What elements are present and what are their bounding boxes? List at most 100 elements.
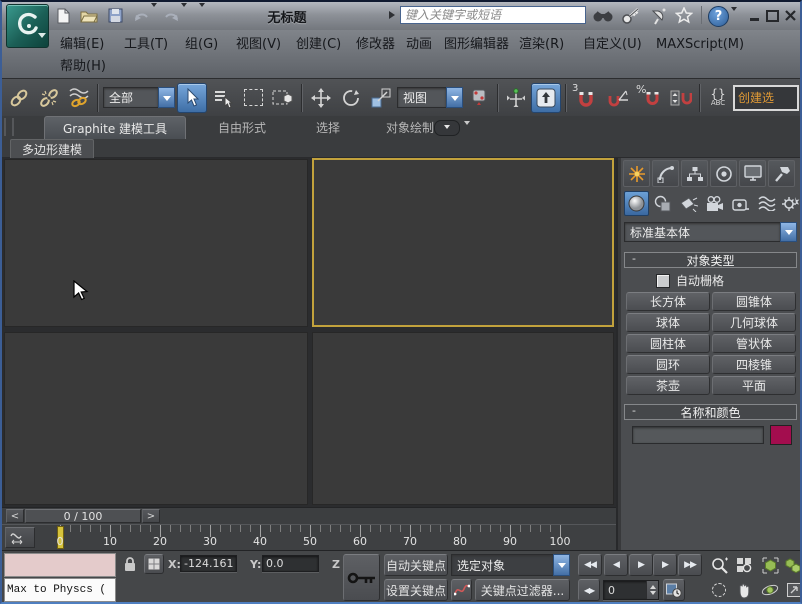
time-ruler[interactable]: 0 10 20 30 40 50 60 70 80 90 100	[2, 524, 616, 550]
pan-view-button[interactable]	[733, 579, 755, 601]
select-and-link-button[interactable]	[5, 84, 33, 112]
ribbon-subtab-polygon-modeling[interactable]: 多边形建模	[10, 139, 94, 158]
frame-spinner[interactable]	[646, 581, 658, 599]
angle-snap-toggle-button[interactable]	[603, 84, 633, 112]
tab-modify[interactable]	[652, 160, 679, 187]
bind-to-space-warp-button[interactable]	[65, 84, 93, 112]
viewport-top-right-active[interactable]	[312, 158, 614, 327]
object-color-swatch[interactable]	[770, 425, 792, 445]
redo-button[interactable]	[162, 7, 180, 24]
search-expand-arrow[interactable]	[389, 11, 399, 19]
menu-item-rendering[interactable]: 渲染(R)	[516, 36, 567, 54]
next-frame-button[interactable]: ▶	[653, 554, 677, 576]
time-configuration-button[interactable]	[663, 579, 685, 601]
menu-item-group[interactable]: 组(G)	[182, 36, 221, 54]
primitive-category-dropdown[interactable]: 标准基本体	[624, 222, 797, 242]
orbit-button[interactable]	[759, 579, 781, 601]
button-box[interactable]: 长方体	[626, 292, 710, 311]
communication-center-button[interactable]	[648, 6, 670, 25]
open-file-button[interactable]	[80, 7, 98, 24]
x-coordinate-field[interactable]: -124.161	[180, 555, 237, 572]
set-keys-button[interactable]	[343, 554, 380, 601]
spinner-snap-toggle-button[interactable]	[667, 84, 695, 112]
button-tube[interactable]: 管状体	[712, 334, 796, 353]
maximize-viewport-toggle[interactable]	[783, 579, 802, 601]
subtab-systems[interactable]	[778, 191, 802, 216]
previous-frame-arrow[interactable]: <	[6, 509, 24, 523]
menu-item-edit[interactable]: 编辑(E)	[57, 36, 107, 54]
rollout-object-type[interactable]: - 对象类型	[624, 252, 797, 268]
percent-snap-toggle-button[interactable]: %	[635, 84, 665, 112]
ribbon-minimize-button[interactable]	[434, 120, 460, 136]
subtab-space-warps[interactable]	[754, 191, 779, 216]
viewport-top-left[interactable]	[4, 159, 308, 327]
go-to-end-button[interactable]: ▶▶	[678, 554, 702, 576]
maximize-button[interactable]	[765, 8, 780, 23]
subtab-shapes[interactable]	[650, 191, 675, 216]
default-in-out-tangents-button[interactable]	[451, 579, 472, 601]
tab-create[interactable]	[623, 160, 650, 187]
auto-key-button[interactable]: 自动关键点	[384, 554, 448, 576]
set-key-button[interactable]: 设置关键点	[384, 579, 448, 601]
subtab-lights[interactable]	[676, 191, 701, 216]
absolute-mode-transform-toggle[interactable]	[144, 554, 164, 574]
key-filters-button[interactable]: 关键点过滤器...	[475, 579, 570, 601]
button-pyramid[interactable]: 四棱锥	[712, 355, 796, 374]
undo-dropdown-caret[interactable]	[151, 7, 157, 21]
subtab-cameras[interactable]	[702, 191, 727, 216]
selection-lock-toggle[interactable]	[122, 555, 138, 573]
menu-item-graph-editors[interactable]: 图形编辑器	[441, 36, 512, 54]
maxscript-mini-listener-line[interactable]: Max to Physcs (	[4, 578, 116, 602]
named-selection-set-field[interactable]: 创建选	[733, 85, 799, 111]
key-mode-toggle[interactable]: ◀▶	[578, 579, 600, 601]
field-of-view-button[interactable]	[708, 579, 730, 601]
new-file-button[interactable]	[54, 7, 72, 24]
undo-button[interactable]	[132, 7, 150, 24]
selection-filter-dropdown[interactable]: 全部	[103, 87, 175, 108]
object-name-input[interactable]	[632, 426, 764, 444]
current-frame-field[interactable]: 0	[603, 580, 659, 600]
ribbon-tab-freeform[interactable]: 自由形式	[198, 119, 286, 137]
redo-dropdown-caret[interactable]	[181, 7, 187, 21]
select-and-move-button[interactable]	[307, 84, 335, 112]
zoom-extents-all-button[interactable]	[783, 554, 802, 576]
button-sphere[interactable]: 球体	[626, 313, 710, 332]
select-object-button[interactable]	[177, 83, 207, 113]
select-by-name-button[interactable]	[209, 84, 237, 112]
subtab-geometry[interactable]	[624, 191, 649, 216]
menu-item-tools[interactable]: 工具(T)	[121, 36, 171, 54]
menu-item-modifiers[interactable]: 修改器	[353, 36, 398, 54]
go-to-start-button[interactable]: ◀◀	[578, 554, 602, 576]
ribbon-grip[interactable]	[4, 118, 14, 136]
tab-motion[interactable]	[710, 160, 737, 187]
frame-indicator[interactable]: 0 / 100	[25, 509, 141, 523]
save-file-button[interactable]	[106, 7, 124, 24]
edit-named-selection-sets-button[interactable]: {} ABC	[705, 84, 731, 112]
tab-display[interactable]	[739, 160, 766, 187]
menu-item-maxscript[interactable]: MAXScript(M)	[653, 36, 747, 54]
time-ruler-scale[interactable]: 0 10 20 30 40 50 60 70 80 90 100	[38, 525, 614, 550]
menu-item-views[interactable]: 视图(V)	[233, 36, 284, 54]
button-geosphere[interactable]: 几何球体	[712, 313, 796, 332]
select-and-rotate-button[interactable]	[337, 84, 365, 112]
y-coordinate-field[interactable]: 0.0	[262, 555, 319, 572]
search-input[interactable]	[401, 7, 585, 23]
viewport-bottom-right[interactable]	[312, 332, 614, 505]
menu-item-help[interactable]: 帮助(H)	[57, 58, 109, 76]
menu-item-create[interactable]: 创建(C)	[293, 36, 344, 54]
quick-access-options-button[interactable]	[199, 7, 205, 21]
previous-frame-button[interactable]: ◀	[604, 554, 628, 576]
keyboard-shortcut-override-toggle[interactable]	[531, 83, 561, 113]
close-button[interactable]	[783, 8, 798, 23]
zoom-extents-button[interactable]	[759, 554, 781, 576]
button-plane[interactable]: 平面	[712, 376, 796, 395]
reference-coordinate-dropdown[interactable]: 视图	[397, 87, 463, 108]
menu-item-customize[interactable]: 自定义(U)	[580, 36, 645, 54]
application-menu-button[interactable]	[6, 4, 49, 48]
select-and-scale-button[interactable]	[367, 84, 395, 112]
button-teapot[interactable]: 茶壶	[626, 376, 710, 395]
favorites-button[interactable]	[674, 6, 694, 25]
unlink-selection-button[interactable]	[35, 84, 63, 112]
subtab-helpers[interactable]	[728, 191, 753, 216]
use-pivot-point-center-button[interactable]	[465, 84, 493, 112]
